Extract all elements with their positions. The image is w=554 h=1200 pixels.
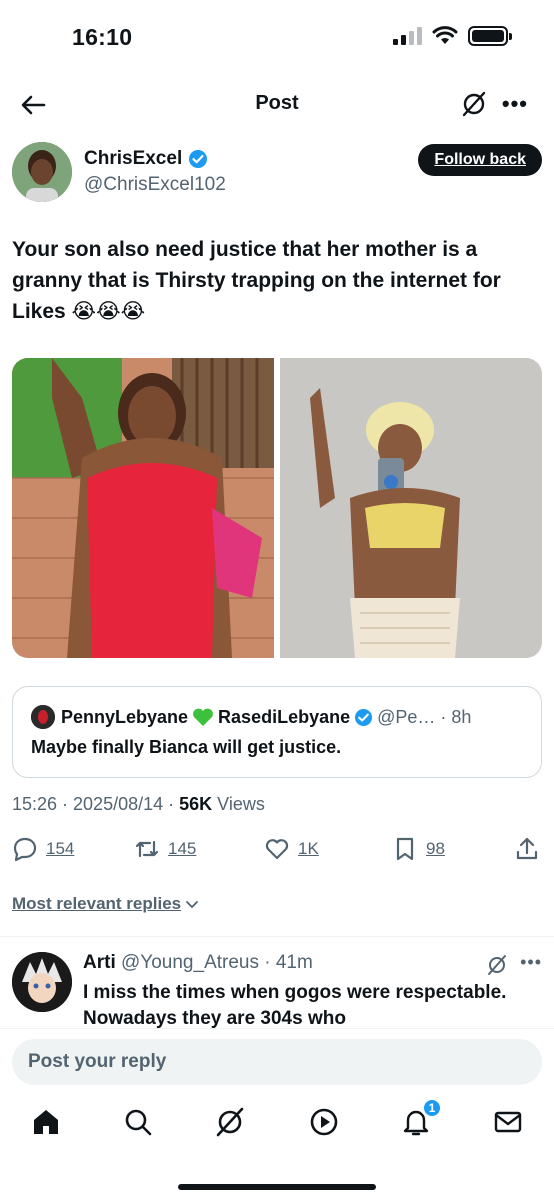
divider (0, 936, 554, 937)
wifi-icon (432, 26, 458, 44)
replies-sort-dropdown[interactable]: Most relevant replies (12, 894, 199, 914)
verified-badge-icon (189, 150, 208, 168)
author-name[interactable]: ChrisExcel (84, 148, 208, 170)
quoted-post[interactable]: PennyLebyane RasediLebyane @Pe… · 8h May… (12, 686, 542, 778)
reply-text: I miss the times when gogos were respect… (83, 982, 507, 1028)
grok-icon (216, 1107, 244, 1137)
mail-icon (494, 1111, 522, 1133)
follow-back-button[interactable]: Follow back (418, 144, 542, 176)
reply-handle-time: @Young_Atreus · 41m (121, 952, 313, 973)
header: Post ••• (0, 80, 554, 130)
post-timestamp: 15:26 · 2025/08/14 · 56K Views (12, 794, 265, 814)
bookmark-icon (396, 837, 414, 861)
reply-input[interactable]: Post your reply (12, 1039, 542, 1085)
nav-messages[interactable] (492, 1106, 524, 1138)
chevron-down-icon (186, 901, 199, 909)
media-image-2[interactable] (280, 358, 542, 658)
post-media[interactable] (12, 358, 542, 658)
reply-composer: Post your reply (0, 1028, 554, 1096)
post-text: Your son also need justice that her moth… (12, 238, 501, 323)
verified-badge-icon (355, 708, 373, 726)
repost-button[interactable]: 145 (134, 836, 196, 862)
green-heart-icon (193, 708, 213, 726)
play-circle-icon (310, 1108, 338, 1136)
views-count: 56K (179, 794, 213, 814)
nav-notifications[interactable]: 1 (400, 1098, 442, 1138)
avatar[interactable] (12, 142, 72, 202)
nav-grok[interactable] (214, 1106, 246, 1138)
reply-button[interactable]: 154 (12, 836, 74, 862)
bookmark-button[interactable]: 98 (392, 836, 445, 862)
notification-badge: 1 (422, 1098, 442, 1118)
reply-avatar[interactable] (12, 952, 72, 1012)
signal-icon (393, 27, 422, 45)
nav-video[interactable] (308, 1106, 340, 1138)
search-icon (125, 1109, 152, 1136)
quote-handle-time: @Pe… · 8h (377, 706, 472, 727)
post-author: ChrisExcel @ChrisExcel102 Follow back (12, 142, 542, 204)
nav-search[interactable] (122, 1106, 154, 1138)
quote-author-name-2: RasediLebyane (218, 706, 351, 727)
share-icon (516, 837, 538, 860)
home-indicator (178, 1184, 376, 1190)
reply-icon (13, 837, 37, 862)
home-icon (34, 1110, 58, 1134)
grok-icon[interactable] (486, 954, 508, 976)
share-button[interactable] (514, 836, 540, 862)
author-handle[interactable]: @ChrisExcel102 (84, 174, 226, 196)
nav-home[interactable] (30, 1106, 62, 1138)
more-options-icon[interactable]: ••• (502, 93, 528, 115)
bottom-nav: 1 (0, 1098, 554, 1158)
quote-text: Maybe finally Bianca will get justice. (31, 737, 342, 757)
quote-author-name: PennyLebyane (61, 706, 189, 727)
media-image-1[interactable] (12, 358, 274, 658)
repost-icon (135, 840, 159, 858)
reply-item[interactable]: Arti @Young_Atreus · 41m ••• I miss the … (12, 948, 542, 1028)
reply-header: Arti @Young_Atreus · 41m (83, 952, 313, 974)
status-bar: 16:10 (0, 0, 554, 72)
quote-header: PennyLebyane RasediLebyane @Pe… · 8h (31, 705, 471, 729)
heart-icon (265, 839, 289, 860)
action-bar: 154 145 1K 98 (12, 836, 542, 870)
quote-avatar (31, 705, 55, 729)
status-time: 16:10 (72, 24, 133, 50)
reply-author-name[interactable]: Arti (83, 952, 116, 973)
status-icons (393, 26, 512, 46)
more-options-icon[interactable]: ••• (520, 952, 542, 973)
grok-icon[interactable] (460, 90, 488, 118)
like-button[interactable]: 1K (264, 836, 319, 862)
battery-icon (468, 26, 512, 46)
